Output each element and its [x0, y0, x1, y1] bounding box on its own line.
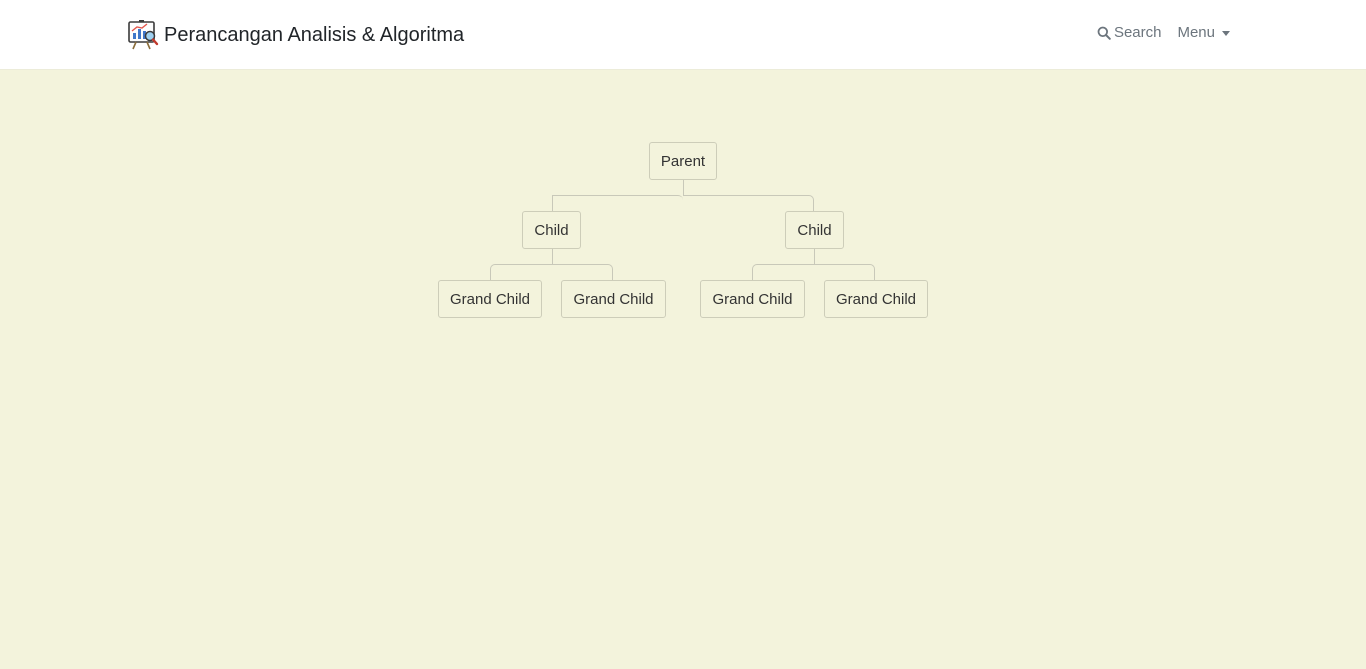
- tree-node-child-right[interactable]: Child: [785, 211, 844, 249]
- tree-connector: [552, 249, 553, 265]
- tree-connector: [552, 195, 683, 211]
- tree-node-grandchild[interactable]: Grand Child: [700, 280, 805, 318]
- tree-connector: [552, 264, 613, 280]
- tree-node-child-left[interactable]: Child: [522, 211, 581, 249]
- tree-node-grandchild[interactable]: Grand Child: [824, 280, 928, 318]
- org-tree: Parent Child Child Grand Child Grand Chi…: [0, 0, 1366, 669]
- tree-connector: [752, 264, 814, 280]
- tree-connector: [683, 195, 814, 211]
- tree-node-parent[interactable]: Parent: [649, 142, 717, 180]
- tree-connector: [683, 180, 684, 196]
- tree-node-grandchild[interactable]: Grand Child: [561, 280, 666, 318]
- tree-connector: [814, 249, 815, 265]
- tree-connector: [490, 264, 552, 280]
- tree-node-grandchild[interactable]: Grand Child: [438, 280, 542, 318]
- tree-connector: [814, 264, 875, 280]
